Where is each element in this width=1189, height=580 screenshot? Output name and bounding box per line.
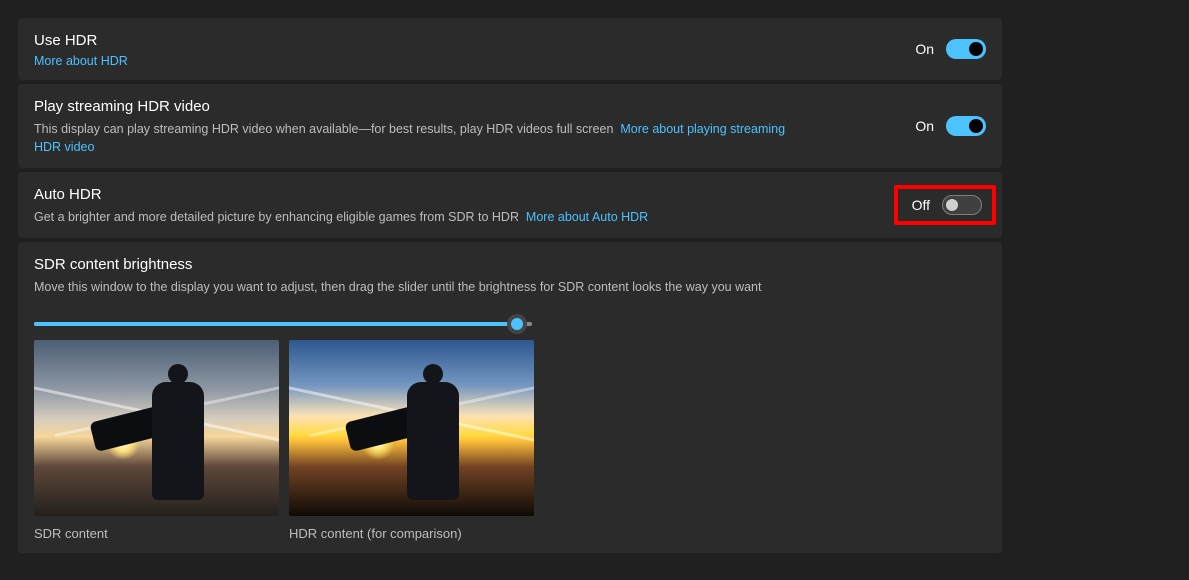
play-streaming-hdr-card: Play streaming HDR video This display ca… xyxy=(18,84,1002,168)
use-hdr-state-label: On xyxy=(915,41,934,57)
play-streaming-hdr-toggle[interactable] xyxy=(946,116,986,136)
use-hdr-card: Use HDR More about HDR On xyxy=(18,18,1002,80)
sdr-brightness-slider-thumb[interactable] xyxy=(507,314,527,334)
play-streaming-hdr-state-label: On xyxy=(915,118,934,134)
auto-hdr-more-link[interactable]: More about Auto HDR xyxy=(526,210,648,224)
auto-hdr-desc: Get a brighter and more detailed picture… xyxy=(34,208,648,226)
play-streaming-hdr-toggle-group: On xyxy=(915,116,986,136)
auto-hdr-highlight: Off xyxy=(894,185,996,225)
hdr-preview-image xyxy=(289,340,534,516)
use-hdr-text: Use HDR More about HDR xyxy=(34,30,128,68)
sdr-brightness-desc: Move this window to the display you want… xyxy=(34,278,986,296)
sdr-preview-image xyxy=(34,340,279,516)
play-streaming-hdr-desc-text: This display can play streaming HDR vide… xyxy=(34,122,613,136)
auto-hdr-toggle[interactable] xyxy=(942,195,982,215)
auto-hdr-card: Auto HDR Get a brighter and more detaile… xyxy=(18,172,1002,238)
use-hdr-toggle[interactable] xyxy=(946,39,986,59)
auto-hdr-state-label: Off xyxy=(912,197,930,213)
use-hdr-title: Use HDR xyxy=(34,30,128,52)
auto-hdr-toggle-group: Off xyxy=(912,195,982,215)
auto-hdr-text: Auto HDR Get a brighter and more detaile… xyxy=(34,184,648,226)
play-streaming-hdr-title: Play streaming HDR video xyxy=(34,96,814,118)
sdr-preview: SDR content xyxy=(34,340,279,541)
sdr-preview-caption: SDR content xyxy=(34,526,279,541)
brightness-preview-row: SDR content HDR content (for comparison) xyxy=(34,340,986,541)
sdr-brightness-card: SDR content brightness Move this window … xyxy=(18,242,1002,553)
auto-hdr-desc-text: Get a brighter and more detailed picture… xyxy=(34,210,519,224)
play-streaming-hdr-desc: This display can play streaming HDR vide… xyxy=(34,120,814,156)
hdr-preview-caption: HDR content (for comparison) xyxy=(289,526,534,541)
sdr-brightness-slider[interactable] xyxy=(34,322,532,326)
play-streaming-hdr-text: Play streaming HDR video This display ca… xyxy=(34,96,814,156)
sdr-brightness-slider-fill xyxy=(34,322,517,326)
use-hdr-more-link[interactable]: More about HDR xyxy=(34,54,128,68)
sdr-brightness-title: SDR content brightness xyxy=(34,254,986,276)
auto-hdr-title: Auto HDR xyxy=(34,184,648,206)
hdr-preview: HDR content (for comparison) xyxy=(289,340,534,541)
use-hdr-toggle-group: On xyxy=(915,39,986,59)
hdr-settings-page: Use HDR More about HDR On Play streaming… xyxy=(0,0,1020,575)
